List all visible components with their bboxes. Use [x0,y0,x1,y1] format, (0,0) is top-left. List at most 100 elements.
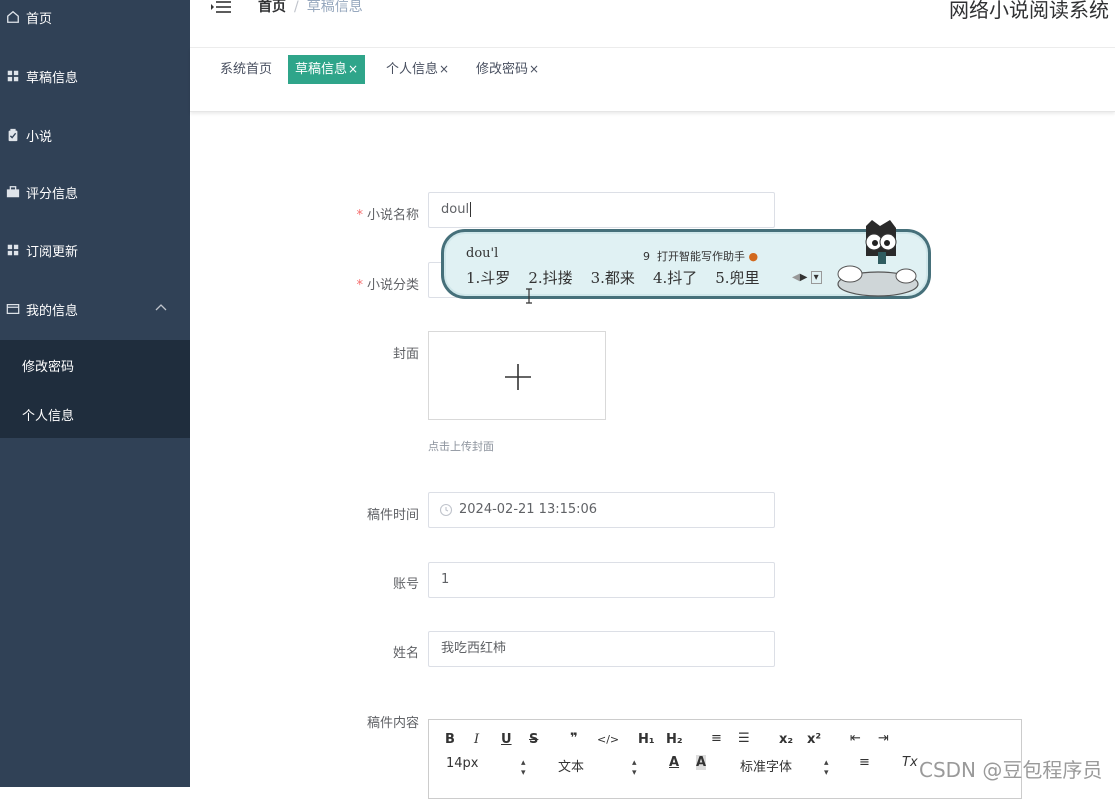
quote-button[interactable]: ❞ [570,731,578,746]
ime-page-nav[interactable]: ◀▶ ▾ [792,271,822,284]
category-label: * 小说分类 [299,274,419,293]
breadcrumb-separator: / [294,0,299,15]
wallet-icon [5,301,21,317]
system-title: 网络小说阅读系统 [949,0,1109,22]
input-value: 2024-02-21 13:15:06 [459,502,598,517]
tab-label: 修改密码 [476,62,529,77]
ordered-list-button[interactable]: ≡ [711,731,722,746]
account-label: 账号 [392,577,419,592]
background-color-button[interactable]: A [696,755,707,770]
align-button[interactable]: ≡ [859,755,870,770]
sidebar-item-label: 我的信息 [26,303,79,319]
tab-label: 个人信息 [386,62,439,77]
required-mark: * [356,208,363,223]
subscript-button[interactable]: x₂ [779,732,793,747]
submenu-item-personal-info[interactable]: 个人信息 [22,405,74,424]
code-button[interactable]: </> [597,733,619,746]
sidebar-item-my-info[interactable]: 我的信息 [0,289,190,329]
tab-change-password[interactable]: 修改密码× [472,55,543,84]
clear-format-button[interactable]: Tx [902,755,918,770]
text-cursor-icon [526,288,532,304]
time-picker[interactable]: 2024-02-21 13:15:06 [428,492,775,528]
ime-pinyin: dou'l [466,246,499,261]
h1-button[interactable]: H₁ [638,732,655,747]
input-value: 1 [441,572,450,587]
dropdown-icon[interactable]: ▾ [810,271,822,284]
sidebar-item-label: 评分信息 [26,186,79,202]
account-input[interactable]: 1 [428,562,775,598]
sidebar-item-label: 订阅更新 [26,244,79,260]
label-text: 小说名称 [366,208,419,223]
breadcrumb-current: 草稿信息 [306,0,363,15]
grid-icon [5,242,21,258]
home-icon [5,9,21,25]
menu-toggle-icon[interactable] [210,0,232,16]
sidebar-item-label: 草稿信息 [26,70,79,86]
required-mark: * [356,278,363,293]
clipboard-check-icon [5,127,21,143]
ime-candidate[interactable]: 5.兜里 [715,269,759,287]
submenu-item-change-password[interactable]: 修改密码 [22,356,74,375]
tab-personal-info[interactable]: 个人信息× [382,55,453,84]
paragraph-select[interactable]: 文本 [558,756,584,775]
breadcrumb-home[interactable]: 首页 [258,0,286,15]
sidebar-item-home[interactable]: 首页 [0,0,190,37]
tab-drafts[interactable]: 草稿信息× [288,55,366,84]
ime-assist-label: 打开智能写作助手 [657,250,745,263]
tab-home[interactable]: 系统首页 [216,55,276,84]
bold-button[interactable]: B [445,732,455,747]
close-icon[interactable]: × [439,62,449,76]
name-input[interactable]: 我吃西红柿 [428,631,775,667]
outdent-button[interactable]: ⇤ [850,731,861,746]
indent-button[interactable]: ⇥ [878,731,889,746]
ime-assist-number: 9 [643,250,650,263]
ime-candidate[interactable]: 1.斗罗 [466,269,510,287]
sidebar-item-subscriptions[interactable]: 订阅更新 [0,230,190,270]
sidebar-item-label: 小说 [26,129,53,145]
novel-name-input[interactable]: doul [428,192,775,228]
breadcrumb: 首页 / 草稿信息 [258,0,363,16]
close-icon[interactable]: × [348,62,358,76]
top-header: 首页 / 草稿信息 网络小说阅读系统 [190,0,1115,48]
submenu: 修改密码 个人信息 [0,340,190,438]
ime-candidate[interactable]: 3.都来 [591,269,635,287]
prev-page-icon[interactable]: ◀ [792,272,800,283]
cover-label: 封面 [392,347,419,362]
ime-assistant-link[interactable]: 9 打开智能写作助手 ● [643,248,758,264]
bullet-list-button[interactable]: ☰ [738,731,750,746]
chevron-up-icon [155,304,167,311]
input-value: 我吃西红柿 [441,641,507,656]
plus-icon [505,364,531,390]
select-arrow-icon: ▴ ▾ [632,758,637,778]
text-color-button[interactable]: A [669,755,679,770]
font-size-select[interactable]: 14px [446,756,479,771]
label-text: 小说分类 [366,278,419,293]
strike-button[interactable]: S [529,732,538,747]
cover-upload-tip: 点击上传封面 [428,440,494,453]
sidebar-item-novel[interactable]: 小说 [0,115,190,155]
italic-button[interactable]: I [474,732,479,747]
close-icon[interactable]: × [529,62,539,76]
ime-mascot-icon [837,220,919,297]
next-page-icon[interactable]: ▶ [800,272,808,283]
superscript-button[interactable]: x² [807,732,821,747]
sidebar-item-ratings[interactable]: 评分信息 [0,172,190,212]
ime-candidate[interactable]: 2.抖搂 [528,269,572,287]
sidebar-item-drafts[interactable]: 草稿信息 [0,56,190,96]
sidebar: 首页 草稿信息 小说 评分信息 订阅更新 我的信息 修改密码 个人信息 [0,0,190,787]
ime-candidates: 1.斗罗 2.抖搂 3.都来 4.抖了 5.兜里 [466,267,778,288]
h2-button[interactable]: H₂ [666,732,683,747]
select-arrow-icon: ▴ ▾ [824,758,829,778]
briefcase-icon [5,184,21,200]
ime-candidate[interactable]: 4.抖了 [653,269,697,287]
tab-label: 草稿信息 [295,62,348,77]
assistant-icon: ● [748,250,759,263]
watermark: CSDN @豆包程序员 [919,758,1103,782]
font-family-select[interactable]: 标准字体 [740,756,792,775]
sidebar-item-label: 首页 [26,11,53,27]
underline-button[interactable]: U [501,732,512,747]
name-label: 姓名 [392,646,419,661]
select-arrow-icon: ▴ ▾ [521,758,526,778]
cover-upload[interactable] [428,331,606,420]
grid-icon [5,68,21,84]
